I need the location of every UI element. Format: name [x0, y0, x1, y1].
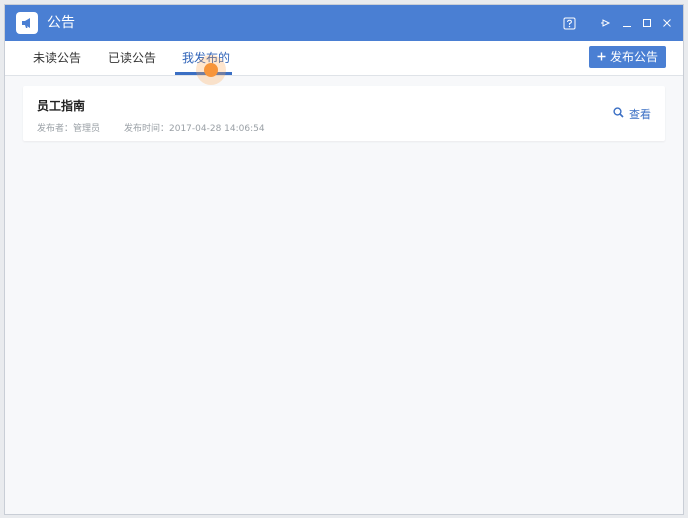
window-title: 公告	[47, 15, 75, 31]
maximize-icon[interactable]	[637, 13, 657, 33]
list-item[interactable]: 员工指南 发布者：管理员 发布时间：2017-04-28 14:06:54 查看	[23, 86, 665, 141]
view-button[interactable]: 查看	[613, 106, 651, 122]
announcement-window: 公告 未读公告 已读公告 我发布的 发布公告 员工指南 发布者：管理员 发布时间…	[4, 4, 684, 515]
close-icon[interactable]	[657, 13, 677, 33]
tab-bar: 未读公告 已读公告 我发布的 发布公告	[5, 41, 683, 76]
view-label: 查看	[629, 108, 651, 121]
plus-icon	[597, 46, 606, 68]
search-icon	[613, 107, 624, 121]
pin-icon[interactable]	[595, 13, 615, 33]
announcement-list: 员工指南 发布者：管理员 发布时间：2017-04-28 14:06:54 查看	[5, 76, 683, 514]
megaphone-icon	[16, 12, 38, 34]
tab-read[interactable]: 已读公告	[108, 41, 156, 75]
announcement-publisher: 发布者：管理员	[37, 124, 101, 134]
publish-button-label: 发布公告	[609, 50, 658, 64]
minimize-icon[interactable]	[617, 13, 637, 33]
announcement-title: 员工指南	[37, 99, 86, 113]
tab-unread[interactable]: 未读公告	[33, 41, 81, 75]
publish-announcement-button[interactable]: 发布公告	[589, 46, 666, 68]
title-bar[interactable]: 公告	[5, 5, 683, 41]
announcement-time: 发布时间：2017-04-28 14:06:54	[124, 124, 265, 134]
help-icon[interactable]	[559, 13, 579, 33]
